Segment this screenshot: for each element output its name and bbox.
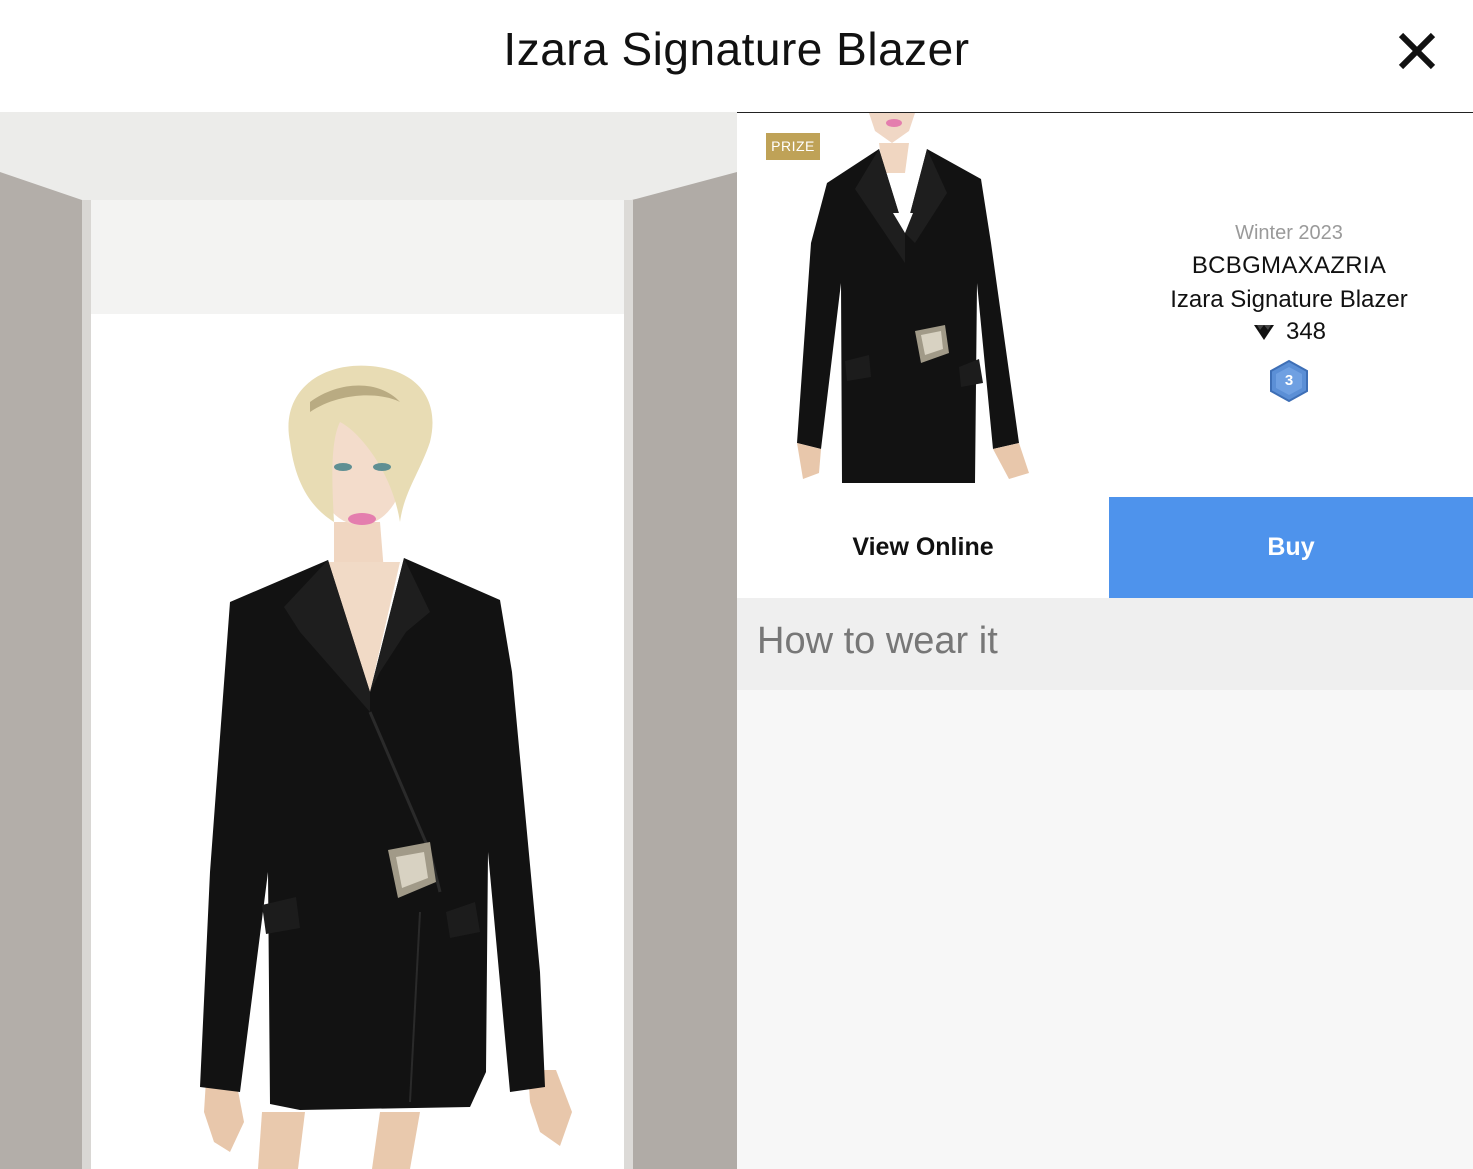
product-price: 348	[1127, 317, 1451, 347]
product-brand: BCBGMAXAZRIA	[1191, 252, 1387, 279]
product-card: PRIZE Winter 2023 BCBGMAXAZRIA Izara Sig…	[737, 113, 1473, 497]
product-season: Winter 2023	[1235, 222, 1343, 244]
product-detail-panel: PRIZE Winter 2023 BCBGMAXAZRIA Izara Sig…	[737, 113, 1473, 1169]
page-title: Izara Signature Blazer	[503, 23, 970, 75]
how-to-wear-title: How to wear it	[757, 620, 998, 662]
close-button[interactable]	[1392, 28, 1442, 74]
product-info: Winter 2023 BCBGMAXAZRIA Izara Signature…	[1127, 219, 1451, 403]
close-icon	[1398, 32, 1436, 70]
header: Izara Signature Blazer	[0, 0, 1473, 112]
how-to-wear-section-header: How to wear it	[737, 598, 1473, 690]
level-value: 3	[1284, 372, 1294, 389]
model-preview-image	[0, 112, 737, 1169]
action-buttons: View Online Buy	[737, 497, 1473, 598]
model-stage	[0, 112, 737, 1169]
product-thumbnail	[797, 113, 1057, 485]
price-value: 348	[1285, 318, 1327, 345]
diamond-icon	[1253, 325, 1274, 340]
prize-badge: PRIZE	[766, 133, 820, 160]
level-badge: 3	[1267, 359, 1311, 403]
buy-button[interactable]: Buy	[1109, 497, 1473, 598]
view-online-button[interactable]: View Online	[737, 497, 1109, 598]
product-name: Izara Signature Blazer	[1170, 286, 1408, 313]
